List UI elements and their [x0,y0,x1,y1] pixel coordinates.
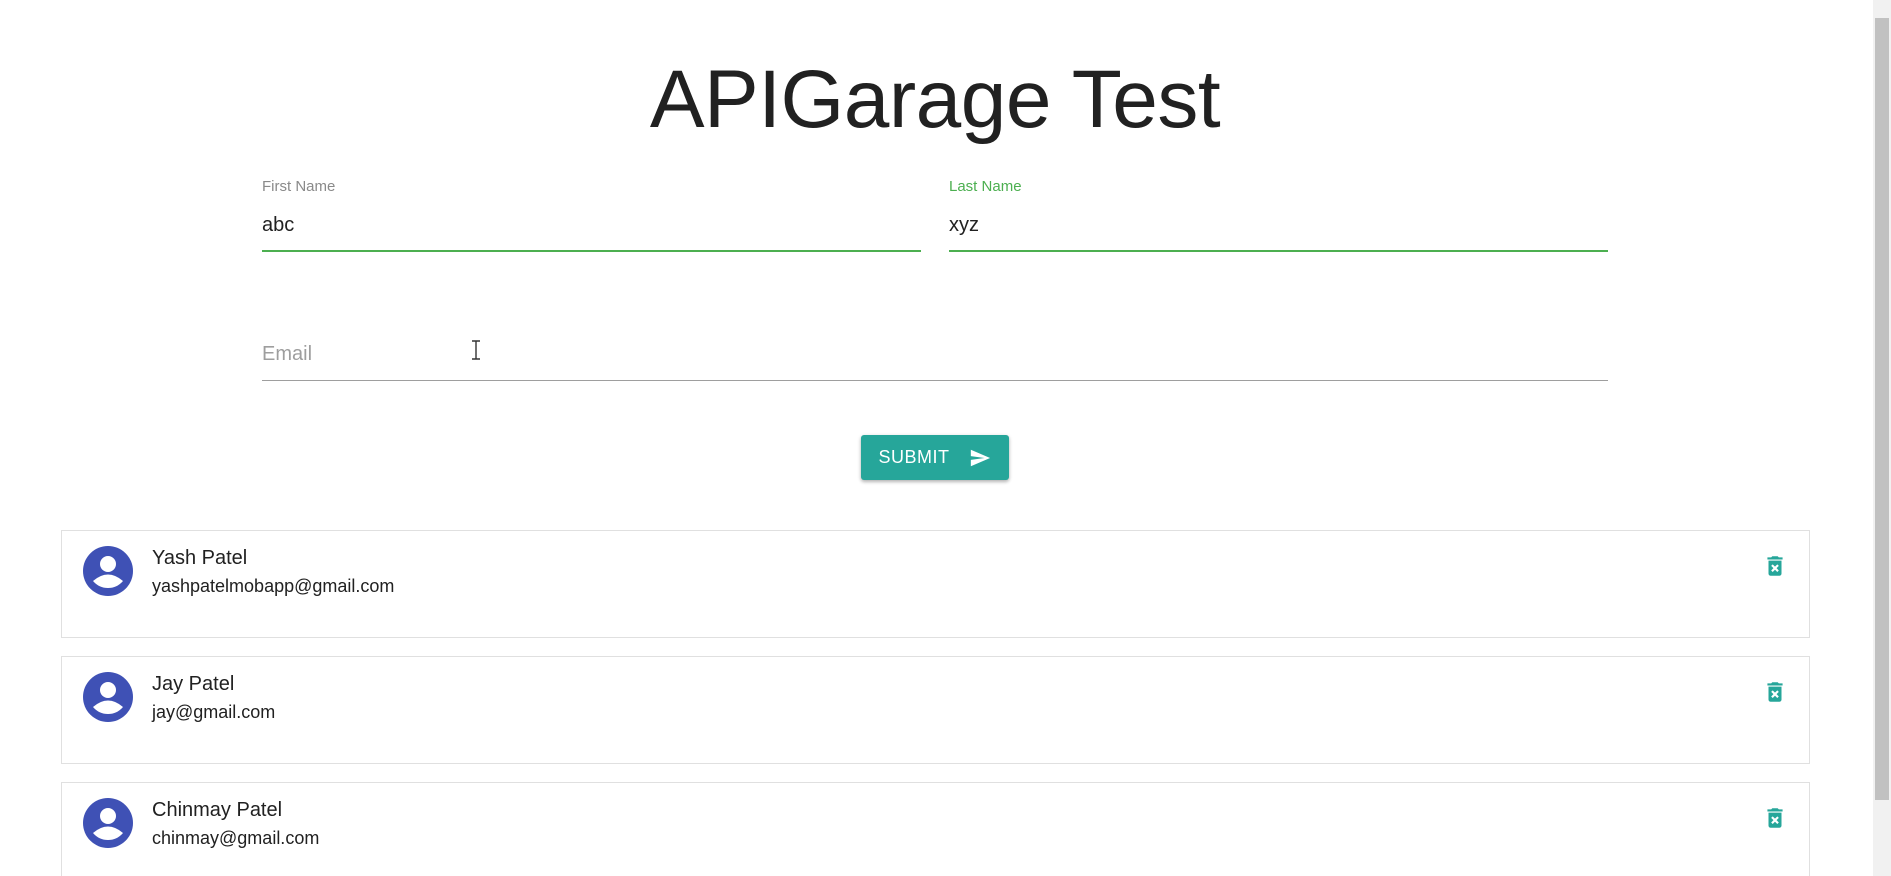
scrollbar-thumb[interactable] [1875,18,1889,800]
last-name-underline [949,250,1608,252]
email-underline [262,380,1608,381]
first-name-input[interactable] [262,210,921,240]
page-title: APIGarage Test [649,54,1221,145]
user-name: Yash Patel [152,547,248,569]
user-card: Jay Patel jay@gmail.com [61,656,1810,764]
text-cursor-icon [472,340,480,360]
account-circle-icon [83,798,133,848]
user-card: Chinmay Patel chinmay@gmail.com [61,782,1810,876]
user-name: Jay Patel [152,673,235,695]
user-card: Yash Patel yashpatelmobapp@gmail.com [61,530,1810,638]
user-email: yashpatelmobapp@gmail.com [152,576,395,596]
first-name-field: First Name [262,178,921,253]
email-field [262,335,1608,385]
send-icon [970,449,990,466]
user-email: jay@gmail.com [152,702,276,722]
page: APIGarage Test First Name Last Name SUBM… [0,0,1891,876]
last-name-input[interactable] [949,210,1608,240]
first-name-label: First Name [262,178,336,195]
scrollbar[interactable] [1873,0,1891,876]
last-name-field: Last Name [949,178,1608,253]
email-input[interactable] [262,338,1608,370]
delete-forever-icon[interactable] [1762,679,1788,705]
account-circle-icon [83,672,133,722]
last-name-label: Last Name [949,178,1022,195]
user-name: Chinmay Patel [152,799,283,821]
first-name-underline [262,250,921,252]
delete-forever-icon[interactable] [1762,805,1788,831]
delete-forever-icon[interactable] [1762,553,1788,579]
submit-label: SUBMIT [878,447,950,467]
submit-button[interactable]: SUBMIT [861,435,1009,480]
user-email: chinmay@gmail.com [152,828,320,848]
account-circle-icon [83,546,133,596]
